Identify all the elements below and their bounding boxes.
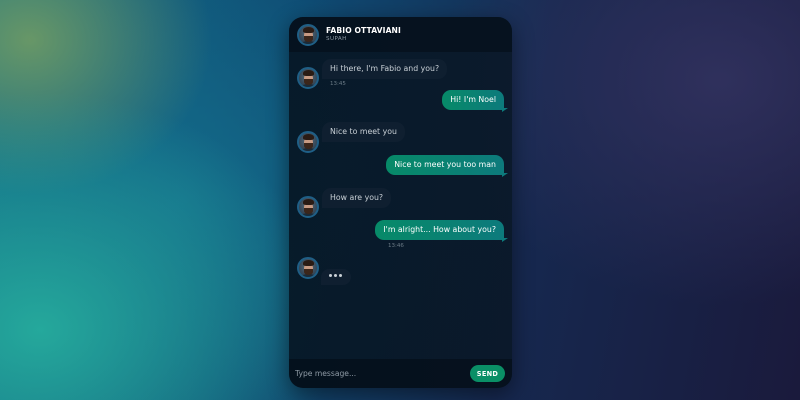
contact-name: FABIO OTTAVIANI xyxy=(326,26,401,35)
chat-window: FABIO OTTAVIANI SUPAH Hi there, I'm Fabi… xyxy=(289,17,512,388)
message-bubble-incoming: Nice to meet you xyxy=(322,122,405,142)
chat-header: FABIO OTTAVIANI SUPAH xyxy=(289,17,512,52)
avatar xyxy=(297,67,319,89)
message-input[interactable] xyxy=(295,365,455,382)
typing-dot xyxy=(339,274,342,277)
contact-avatar xyxy=(297,24,319,46)
message-bubble-outgoing: Nice to meet you too man xyxy=(386,155,508,177)
message-bubble-outgoing: Hi! I'm Noel xyxy=(442,90,508,112)
message-timestamp: 13:46 xyxy=(388,243,404,249)
avatar xyxy=(297,257,319,279)
message-timestamp: 13:45 xyxy=(330,81,346,87)
typing-indicator xyxy=(321,269,351,285)
message-composer: SEND xyxy=(289,359,512,388)
avatar xyxy=(297,196,319,218)
typing-dot xyxy=(334,274,337,277)
contact-status: SUPAH xyxy=(326,36,347,42)
message-bubble-outgoing: I'm alright... How about you? xyxy=(375,220,508,242)
message-bubble-incoming: How are you? xyxy=(322,188,392,208)
message-bubble-incoming: Hi there, I'm Fabio and you? xyxy=(322,59,448,79)
send-button[interactable]: SEND xyxy=(470,365,505,382)
avatar xyxy=(297,131,319,153)
typing-dot xyxy=(329,274,332,277)
